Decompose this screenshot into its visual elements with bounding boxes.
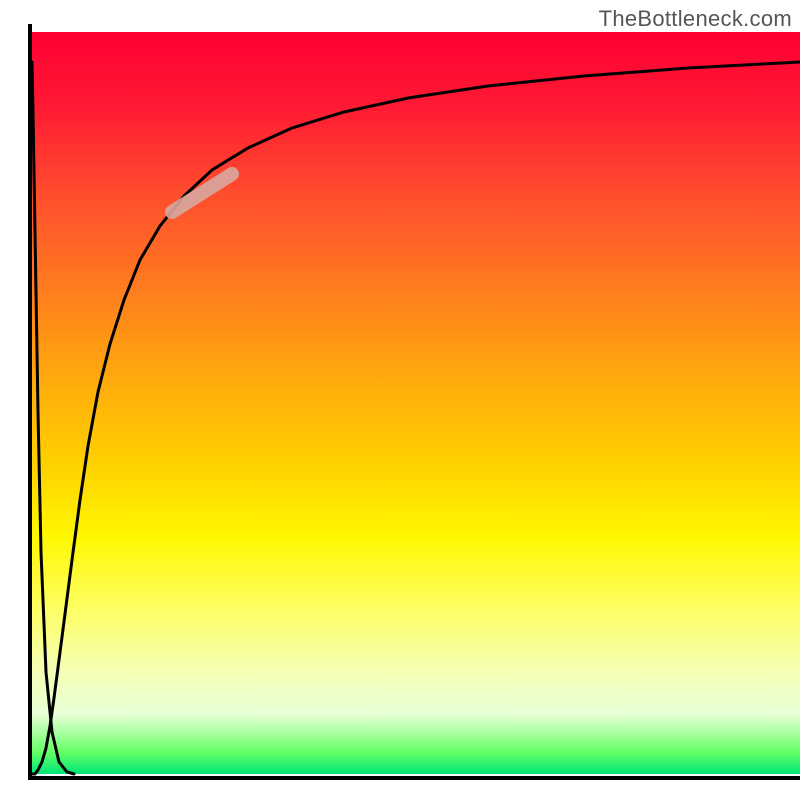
x-axis [28,776,800,780]
chart-canvas: TheBottleneck.com [0,0,800,800]
chart-background-gradient [32,32,800,774]
y-axis [28,24,32,780]
watermark-text: TheBottleneck.com [599,6,792,32]
